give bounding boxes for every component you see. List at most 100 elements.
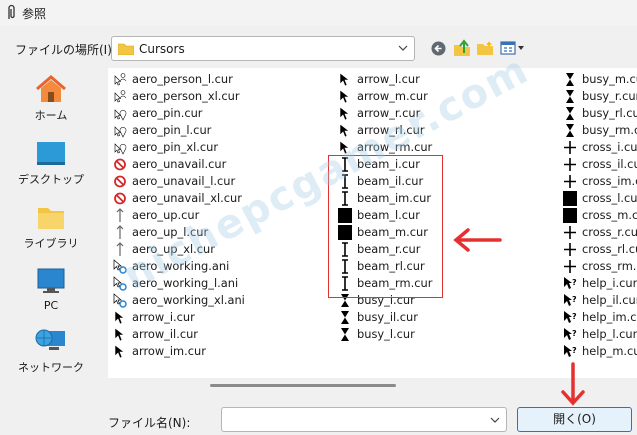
place-library[interactable]: ライブラリ <box>0 196 102 256</box>
up-folder-button[interactable] <box>453 38 471 58</box>
file-name: aero_working_xl.ani <box>132 293 245 307</box>
file-name: cross_im.cur <box>582 174 637 188</box>
look-in-value: Cursors <box>139 42 185 56</box>
highlight-box <box>328 155 443 298</box>
look-in-combo[interactable]: Cursors <box>111 36 415 61</box>
places-bar: ホーム デスクトップ ライブラリ PC ネットワーク <box>0 68 102 378</box>
up-arrow-cursor-icon <box>116 242 124 256</box>
arrow-cursor-icon <box>339 72 350 87</box>
place-pc[interactable]: PC <box>0 260 102 320</box>
file-name: help_im.cur <box>582 310 637 324</box>
file-name: aero_person_l.cur <box>132 72 233 86</box>
unavailable-cursor-icon <box>114 158 126 171</box>
pc-icon <box>37 268 65 293</box>
library-icon <box>38 208 64 229</box>
pin-cursor-icon <box>114 126 127 138</box>
scrollbar-thumb[interactable] <box>210 384 396 387</box>
file-name: cross_rl.cur <box>582 242 637 256</box>
unavailable-cursor-icon <box>114 175 126 188</box>
file-name: cross_rm.cur <box>582 259 637 273</box>
chevron-down-icon[interactable] <box>398 44 408 52</box>
place-network-label: ネットワーク <box>18 361 84 374</box>
hourglass-cursor-icon <box>341 328 349 341</box>
file-name: arrow_rl.cur <box>357 123 425 137</box>
chevron-down-icon[interactable] <box>490 416 500 424</box>
arrow-cursor-icon <box>339 106 350 121</box>
open-button[interactable]: 開く(O) <box>517 407 632 432</box>
arrow-cursor-icon <box>114 310 125 325</box>
file-name: arrow_m.cur <box>357 89 428 103</box>
file-name: arrow_rm.cur <box>357 140 433 154</box>
paperclip-icon <box>8 4 15 19</box>
up-folder-icon <box>454 39 470 56</box>
hourglass-cursor-icon <box>566 107 574 120</box>
arrow-cursor-icon <box>114 327 125 342</box>
file-name: aero_up_xl.cur <box>132 242 215 256</box>
svg-text:?: ? <box>572 295 577 304</box>
svg-text:?: ? <box>572 329 577 338</box>
home-icon <box>36 75 66 102</box>
person-cursor-icon <box>114 73 127 86</box>
file-name: cross_r.cur <box>582 225 637 239</box>
left-red-arrow-icon <box>453 228 502 252</box>
file-name: aero_working.ani <box>132 259 230 273</box>
person-cursor-icon <box>114 90 127 103</box>
file-name: busy_r.cur <box>582 89 637 103</box>
place-pc-label: PC <box>43 299 59 312</box>
working-cursor-icon <box>113 259 127 274</box>
pin-cursor-icon <box>114 143 127 155</box>
desktop-icon <box>37 142 65 165</box>
file-name: arrow_l.cur <box>357 72 420 86</box>
place-home-label: ホーム <box>34 109 68 122</box>
file-name: arrow_i.cur <box>132 310 195 324</box>
cross-cursor-icon <box>564 158 576 171</box>
block-cursor-icon <box>563 208 577 223</box>
cross-cursor-icon <box>564 260 576 273</box>
place-network[interactable]: ネットワーク <box>0 320 102 380</box>
arrow-cursor-icon <box>114 344 125 359</box>
file-name: arrow_r.cur <box>357 106 421 120</box>
pin-cursor-icon <box>114 109 127 121</box>
help-cursor-icon: ? <box>564 294 577 306</box>
help-cursor-icon: ? <box>564 277 577 289</box>
look-in-row: ファイルの場所(I): Cursors <box>0 34 637 62</box>
file-name: arrow_il.cur <box>132 327 198 341</box>
working-cursor-icon <box>113 293 127 308</box>
up-arrow-cursor-icon <box>116 225 124 239</box>
place-desktop-label: デスクトップ <box>18 173 84 186</box>
new-folder-icon <box>477 41 493 55</box>
file-name: aero_working_l.ani <box>132 276 239 290</box>
look-in-label: ファイルの場所(I): <box>15 43 116 57</box>
hourglass-cursor-icon <box>566 90 574 103</box>
file-name: help_m.cur <box>582 344 637 358</box>
back-button[interactable] <box>430 38 446 58</box>
horizontal-scrollbar[interactable] <box>108 378 637 392</box>
file-name: cross_l.cur <box>582 191 637 205</box>
svg-text:?: ? <box>572 278 577 287</box>
unavailable-cursor-icon <box>114 192 126 205</box>
file-name: aero_pin_xl.cur <box>132 140 219 154</box>
place-desktop[interactable]: デスクトップ <box>0 132 102 192</box>
down-red-arrow-icon <box>561 362 585 406</box>
help-cursor-icon: ? <box>564 311 577 323</box>
place-home[interactable]: ホーム <box>0 68 102 128</box>
file-name: aero_pin_l.cur <box>132 123 212 137</box>
working-cursor-icon <box>113 276 127 291</box>
file-name: aero_unavail_xl.cur <box>132 191 242 205</box>
file-name-combo[interactable] <box>221 407 507 432</box>
svg-text:?: ? <box>572 346 577 355</box>
arrow-cursor-icon <box>339 89 350 104</box>
file-name-label: ファイル名(N): <box>108 416 191 430</box>
hourglass-cursor-icon <box>341 311 349 324</box>
cross-cursor-icon <box>564 226 576 239</box>
window-title: 参照 <box>22 7 47 21</box>
view-menu-button[interactable] <box>500 38 526 58</box>
file-name: aero_unavail.cur <box>132 157 227 171</box>
new-folder-button[interactable] <box>476 38 494 58</box>
view-menu-icon <box>500 41 524 55</box>
title-bar: 参照 <box>0 0 637 26</box>
file-name: aero_up.cur <box>132 208 200 222</box>
cross-cursor-icon <box>564 175 576 188</box>
file-name: help_il.cur <box>582 293 637 307</box>
file-name: help_i.cur <box>582 276 637 290</box>
